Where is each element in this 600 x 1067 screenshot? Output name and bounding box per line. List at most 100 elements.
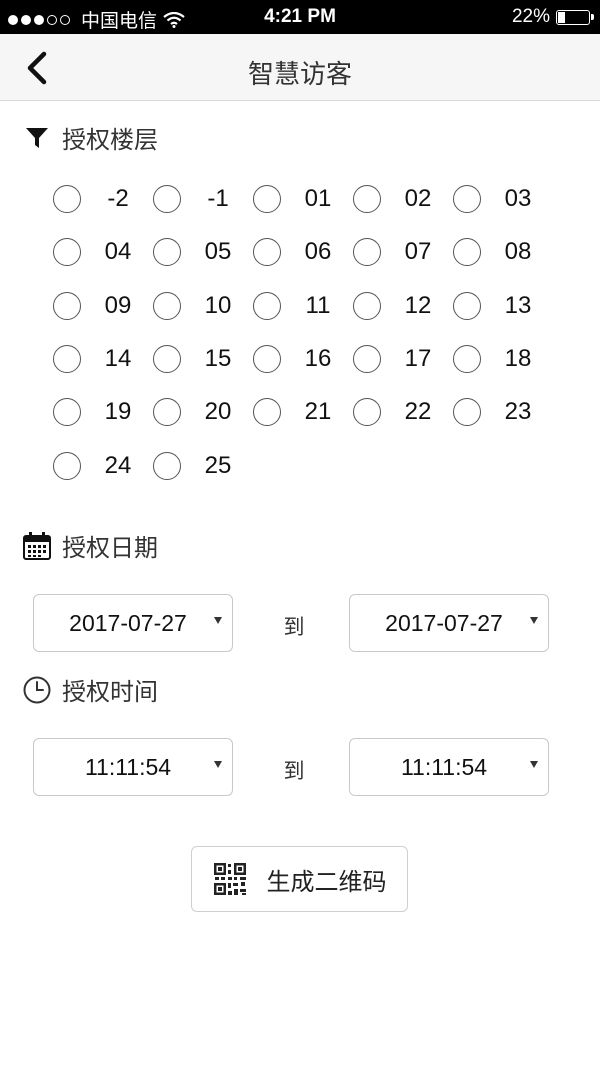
- floor-label: 06: [304, 238, 332, 266]
- floor-radio[interactable]: [153, 185, 181, 213]
- start-date-select[interactable]: 2017-07-27: [33, 594, 233, 652]
- end-date-select[interactable]: 2017-07-27: [349, 594, 549, 652]
- floor-option[interactable]: 23: [453, 392, 553, 432]
- floor-label: 03: [504, 185, 532, 212]
- battery-percent: 22%: [511, 6, 550, 27]
- floor-label: 25: [204, 451, 232, 479]
- floor-label: 20: [204, 398, 232, 426]
- floor-radio[interactable]: [53, 344, 81, 373]
- floor-radio[interactable]: [453, 398, 481, 427]
- floor-label: 08: [504, 238, 532, 266]
- floor-radio[interactable]: [353, 344, 381, 373]
- floor-option[interactable]: 20: [153, 392, 253, 432]
- status-right: 22%: [511, 6, 594, 28]
- date-section-header: 授权日期: [22, 528, 158, 563]
- start-time-select[interactable]: 11:11:54: [33, 738, 233, 796]
- floor-option[interactable]: 16: [253, 339, 353, 379]
- floor-option[interactable]: 21: [253, 392, 353, 432]
- floor-label: 11: [305, 291, 331, 319]
- floor-option[interactable]: -1: [153, 179, 253, 219]
- floor-radio[interactable]: [253, 185, 281, 213]
- floor-label: 19: [104, 398, 132, 426]
- floor-option[interactable]: 10: [153, 286, 253, 326]
- time-to-label: 到: [283, 759, 305, 783]
- floor-radio[interactable]: [453, 344, 481, 373]
- floor-radio[interactable]: [453, 238, 481, 267]
- floor-radio[interactable]: [253, 344, 281, 373]
- floor-label: 18: [504, 344, 532, 372]
- floor-option[interactable]: 17: [353, 339, 453, 379]
- floor-option[interactable]: 06: [253, 232, 353, 272]
- floor-option[interactable]: 03: [453, 179, 553, 219]
- calendar-icon: [22, 531, 52, 561]
- floor-radio[interactable]: [53, 451, 81, 480]
- generate-qr-button[interactable]: 生成二维码: [191, 846, 408, 912]
- floor-label: 05: [204, 238, 232, 266]
- floor-radio[interactable]: [253, 398, 281, 427]
- floor-radio[interactable]: [153, 291, 181, 320]
- floor-radio[interactable]: [453, 185, 481, 213]
- floor-radio[interactable]: [53, 291, 81, 320]
- floor-option[interactable]: 13: [453, 286, 553, 326]
- floor-option[interactable]: 15: [153, 339, 253, 379]
- floor-option[interactable]: 25: [153, 446, 253, 486]
- floor-option[interactable]: 22: [353, 392, 453, 432]
- floor-radio[interactable]: [53, 398, 81, 427]
- floor-option[interactable]: 02: [353, 179, 453, 219]
- floor-radio[interactable]: [453, 291, 481, 320]
- dropdown-caret-icon: [214, 617, 222, 624]
- battery-icon: [556, 9, 594, 25]
- floor-option[interactable]: 05: [153, 232, 253, 272]
- floor-option[interactable]: 07: [353, 232, 453, 272]
- floor-label: 23: [504, 398, 532, 426]
- floor-option[interactable]: -2: [53, 179, 153, 219]
- floor-label: -2: [107, 185, 129, 212]
- floor-radio[interactable]: [53, 185, 81, 213]
- floor-option[interactable]: 24: [53, 446, 153, 486]
- floor-radio[interactable]: [153, 398, 181, 427]
- end-time-select[interactable]: 11:11:54: [349, 738, 549, 796]
- floor-radio[interactable]: [153, 451, 181, 480]
- date-section-title: 授权日期: [62, 534, 158, 562]
- floor-option[interactable]: 11: [253, 286, 353, 326]
- floor-option[interactable]: 19: [53, 392, 153, 432]
- floor-option[interactable]: 04: [53, 232, 153, 272]
- floor-label: 21: [304, 398, 332, 426]
- floor-option[interactable]: 08: [453, 232, 553, 272]
- floor-section-title: 授权楼层: [62, 126, 158, 154]
- floor-radio[interactable]: [53, 238, 81, 267]
- start-time-value: 11:11:54: [84, 753, 172, 780]
- floor-option[interactable]: 14: [53, 339, 153, 379]
- floor-label: 16: [304, 344, 332, 372]
- end-date-value: 2017-07-27: [385, 609, 503, 636]
- floor-option[interactable]: 01: [253, 179, 353, 219]
- floor-radio[interactable]: [353, 398, 381, 427]
- floor-label: -1: [207, 185, 229, 212]
- floor-option[interactable]: 12: [353, 286, 453, 326]
- generate-qr-label: 生成二维码: [266, 867, 387, 896]
- floor-radio[interactable]: [353, 185, 381, 213]
- end-time-value: 11:11:54: [400, 753, 488, 780]
- filter-icon: [22, 123, 52, 153]
- dropdown-caret-icon: [530, 761, 538, 768]
- floor-option[interactable]: 18: [453, 339, 553, 379]
- floor-radio[interactable]: [153, 238, 181, 267]
- start-date-value: 2017-07-27: [69, 609, 187, 636]
- floor-label: 07: [404, 238, 432, 266]
- page-title: 智慧访客: [247, 60, 352, 90]
- nav-bar: 智慧访客: [0, 34, 600, 101]
- floor-radio[interactable]: [353, 238, 381, 267]
- floor-section-header: 授权楼层: [22, 120, 158, 155]
- qr-code-icon: [213, 863, 246, 895]
- floor-radio[interactable]: [153, 344, 181, 373]
- dropdown-caret-icon: [530, 617, 538, 624]
- floor-radio[interactable]: [253, 291, 281, 320]
- clock-icon: [22, 675, 52, 705]
- floor-label: 22: [404, 398, 432, 426]
- floor-radio[interactable]: [353, 291, 381, 320]
- floor-option[interactable]: 09: [53, 286, 153, 326]
- floor-label: 13: [504, 291, 532, 319]
- floor-label: 14: [104, 344, 132, 372]
- floor-radio[interactable]: [253, 238, 281, 267]
- time-section-header: 授权时间: [22, 672, 158, 707]
